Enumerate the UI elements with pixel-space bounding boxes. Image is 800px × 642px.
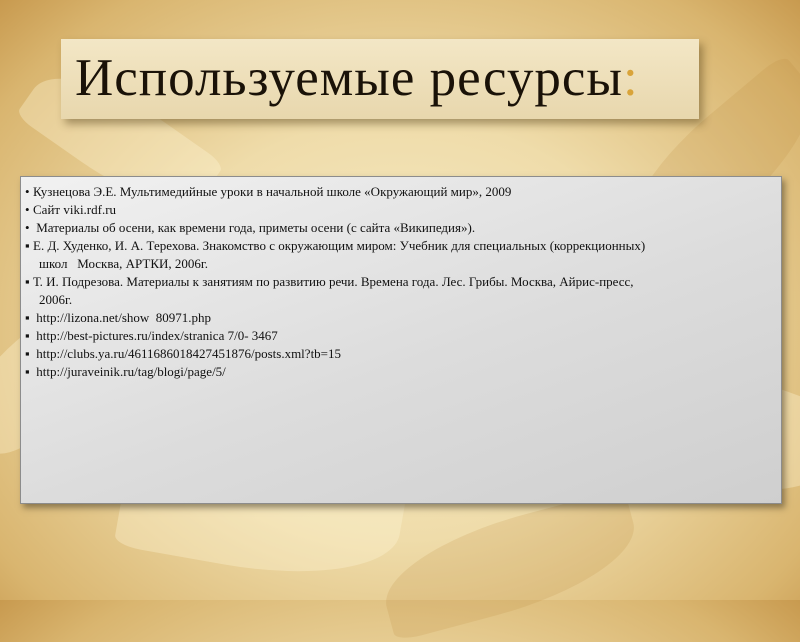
bullet-icon: ▪ [25, 238, 30, 253]
resource-text: http://clubs.ya.ru/4611686018427451876/p… [33, 346, 342, 361]
resource-item: ▪ Т. И. Подрезова. Материалы к занятиям п… [25, 273, 781, 309]
resource-item: ▪ http://best-pictures.ru/index/stranica… [25, 327, 781, 345]
bullet-icon: • [25, 202, 30, 217]
bullet-icon: ▪ [25, 346, 30, 361]
bullet-icon: ▪ [25, 310, 30, 325]
bullet-icon: ▪ [25, 364, 30, 379]
resource-item: • Кузнецова Э.Е. Мультимедийные уроки в н… [25, 183, 781, 201]
resource-item: ▪ http://lizona.net/show 80971.php [25, 309, 781, 327]
resource-item: • Сайт viki.rdf.ru [25, 201, 781, 219]
resource-item: ▪ http://juraveinik.ru/tag/blogi/page/5/ [25, 363, 781, 381]
resource-text: Сайт viki.rdf.ru [33, 202, 117, 217]
resources-box: • Кузнецова Э.Е. Мультимедийные уроки в н… [20, 176, 782, 504]
resource-text: Кузнецова Э.Е. Мультимедийные уроки в на… [33, 184, 512, 199]
bullet-icon: • [25, 220, 30, 235]
resource-text: Е. Д. Худенко, И. А. Терехова. Знакомств… [33, 238, 646, 253]
resource-item: • Материалы об осени, как времени года, … [25, 219, 781, 237]
bullet-icon: ▪ [25, 274, 30, 289]
resource-text: Материалы об осени, как времени года, пр… [33, 220, 476, 235]
resource-text: http://best-pictures.ru/index/stranica 7… [33, 328, 278, 343]
resources-list: • Кузнецова Э.Е. Мультимедийные уроки в н… [21, 177, 781, 381]
title-box: Используемые ресурсы: [61, 39, 699, 119]
resource-text: http://juraveinik.ru/tag/blogi/page/5/ [33, 364, 226, 379]
resource-text-continuation: 2006г. [39, 292, 73, 307]
resource-item: ▪ http://clubs.ya.ru/4611686018427451876… [25, 345, 781, 363]
resource-item: ▪ Е. Д. Худенко, И. А. Терехова. Знакомст… [25, 237, 781, 273]
resource-text: http://lizona.net/show 80971.php [33, 310, 212, 325]
resource-text: Т. И. Подрезова. Материалы к занятиям по… [33, 274, 634, 289]
title-colon: : [622, 49, 639, 107]
slide-title: Используемые ресурсы: [75, 49, 639, 107]
resource-text-continuation: школ Москва, АРТКИ, 2006г. [39, 256, 209, 271]
bullet-icon: ▪ [25, 328, 30, 343]
bullet-icon: • [25, 184, 30, 199]
